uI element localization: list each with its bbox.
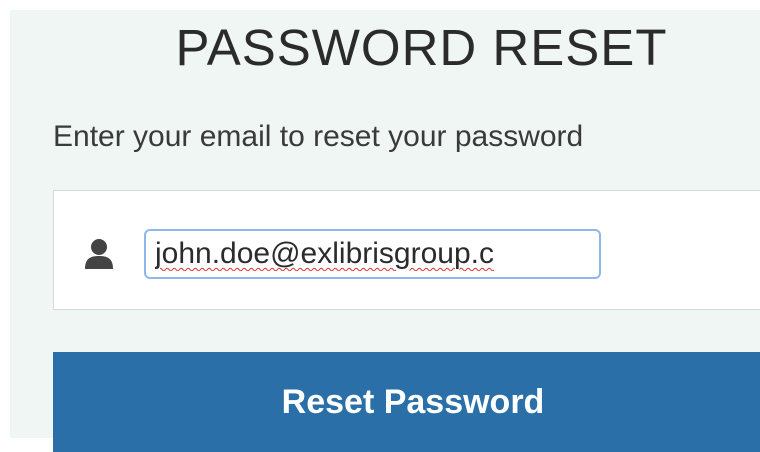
page-title: PASSWORD RESET — [175, 19, 668, 76]
reset-panel: PASSWORD RESET Enter your email to reset… — [10, 10, 760, 452]
user-icon — [84, 238, 114, 270]
email-field-container — [53, 190, 760, 310]
email-input[interactable] — [144, 229, 601, 279]
reset-password-button[interactable]: Reset Password — [53, 352, 760, 452]
instruction-text: Enter your email to reset your password — [53, 120, 584, 153]
